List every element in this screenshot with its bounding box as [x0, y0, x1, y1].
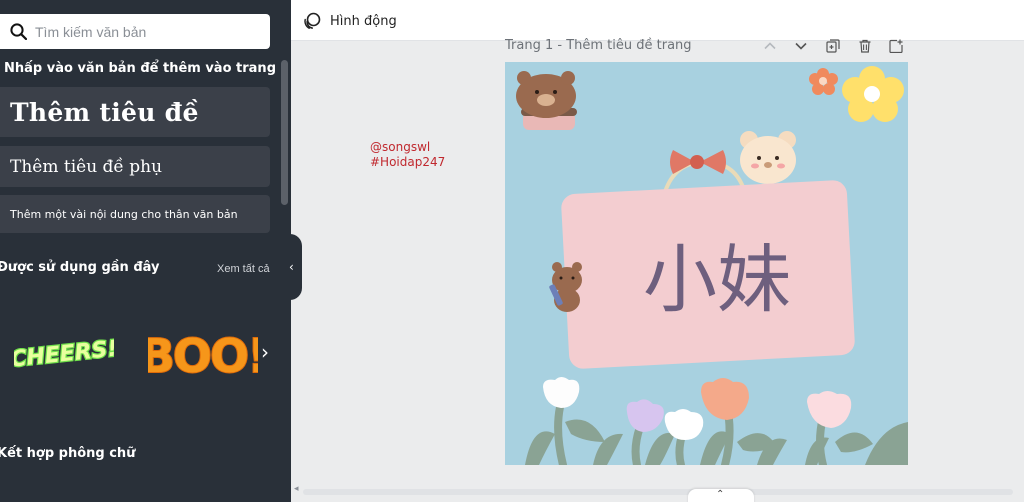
search-input[interactable]	[35, 14, 260, 49]
show-pages-button[interactable]: ⌃	[688, 489, 754, 502]
sticker-cheers[interactable]: CHEERS!	[14, 330, 114, 375]
font-combinations-title: Kết hợp phông chữ	[0, 446, 136, 461]
card-title: 小妹	[643, 237, 791, 323]
recently-used-title: Được sử dụng gần đây	[0, 260, 160, 275]
cream-bear-sticker[interactable]	[740, 131, 796, 184]
animate-label: Hình động	[330, 13, 397, 29]
bear-sticker-top-left[interactable]	[516, 71, 577, 130]
sticker-boo[interactable]: BOO!	[148, 318, 258, 384]
title-card[interactable]: 小妹	[561, 180, 856, 370]
top-toolbar: Hình động	[291, 0, 1024, 41]
credit-hashtag: #Hoidap247	[370, 155, 446, 169]
sticker-boo-text: BOO!	[148, 329, 258, 383]
add-page-icon[interactable]	[889, 39, 903, 53]
add-text-hint: Nhấp vào văn bản để thêm vào trang	[4, 61, 276, 76]
chevron-left-icon: ‹	[289, 260, 294, 274]
duplicate-page-icon[interactable]	[826, 39, 840, 53]
chevron-up-icon[interactable]	[763, 39, 777, 53]
design-page[interactable]: 小妹	[505, 62, 908, 465]
animate-button[interactable]: Hình động	[303, 9, 397, 33]
chevron-right-icon[interactable]: ›	[261, 340, 269, 364]
see-all-link[interactable]: Xem tất cả	[217, 263, 270, 275]
sticker-cheers-text: CHEERS!	[14, 336, 114, 372]
panel-scrollbar[interactable]	[281, 60, 288, 205]
collapse-panel-button[interactable]: ‹	[283, 234, 302, 300]
chevron-up-icon: ⌃	[716, 489, 725, 500]
horizontal-scrollbar[interactable]	[303, 489, 1013, 495]
add-heading-button[interactable]: Thêm tiêu đề	[0, 87, 270, 137]
add-subheading-button[interactable]: Thêm tiêu đề phụ	[0, 146, 270, 187]
animate-icon	[304, 12, 321, 29]
add-body-text-button[interactable]: Thêm một vài nội dung cho thân văn bản	[0, 195, 270, 233]
text-panel: Nhấp vào văn bản để thêm vào trang Thêm …	[0, 0, 291, 502]
search-box[interactable]	[0, 14, 270, 49]
design-artwork: 小妹	[505, 62, 908, 465]
scroll-left-icon[interactable]: ◂	[294, 484, 299, 494]
search-icon	[10, 23, 27, 40]
page-title[interactable]: Trang 1 - Thêm tiêu đề trang	[505, 38, 692, 53]
chevron-down-icon[interactable]	[794, 39, 808, 53]
delete-page-icon[interactable]	[858, 39, 872, 53]
credit-watermark: @songswl #Hoidap247	[370, 140, 445, 170]
credit-username: @songswl	[370, 140, 431, 154]
